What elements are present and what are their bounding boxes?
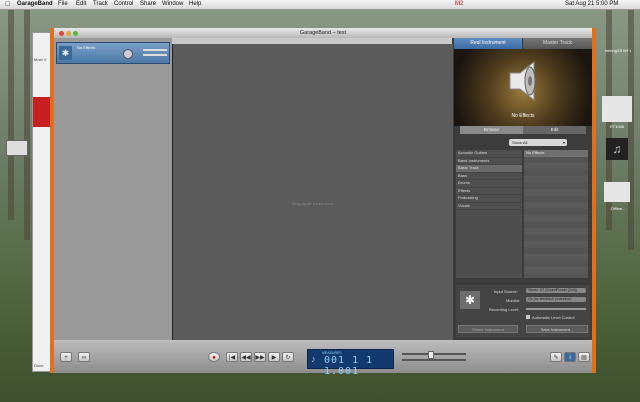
record-button[interactable]: ● [208, 352, 220, 362]
list-item[interactable]: Band Instruments [456, 158, 522, 165]
music-file-icon[interactable]: ♫ [606, 138, 628, 160]
garageband-window: GarageBand – test ✱ No Effects Drag Appl… [50, 28, 596, 377]
list-item[interactable]: Podcasting [456, 195, 522, 203]
zoom-icon[interactable] [73, 31, 78, 36]
desktop-icon[interactable]: ET1046 [600, 124, 634, 129]
list-item-selected[interactable]: No Effects [524, 150, 588, 157]
tab-real-instrument[interactable]: Real Instrument [454, 38, 522, 49]
show-all-dropdown[interactable]: Show All ▾ [509, 139, 567, 146]
track-row[interactable]: ✱ No Effects [56, 42, 170, 64]
bg-window-label: Most V [34, 57, 47, 62]
tree-trunk [8, 10, 14, 220]
list-item[interactable]: Drums [456, 180, 522, 188]
window-title: GarageBand – test [299, 30, 347, 36]
menu-file[interactable]: File [58, 0, 68, 9]
input-source-select[interactable]: Stereo 1/2 (SoundFlower (2ch)) [526, 288, 586, 293]
bg-window-done: Done [34, 363, 44, 368]
tab-master-track[interactable]: Master Track [523, 38, 592, 49]
monitor-select[interactable]: On (no feedback protection) [526, 297, 586, 302]
desktop-icon[interactable]: eeinngl15 M+1 [598, 48, 638, 53]
browse-edit-tabs: Browse Edit [460, 126, 586, 134]
speaker-icon [509, 60, 536, 102]
desktop-icon[interactable] [602, 96, 632, 122]
lcd-display[interactable]: ♪ MEASURES 001 1 1 1.001 [307, 349, 394, 377]
menu-control[interactable]: Control [114, 0, 133, 9]
list-item[interactable]: Bass [456, 173, 522, 180]
show-all-label: Show All [512, 140, 528, 145]
list-item[interactable]: Effects [456, 188, 522, 195]
pan-knob[interactable] [123, 49, 133, 59]
drop-hint: Drag Apple Loops here. [291, 201, 335, 206]
volume-knob[interactable] [428, 351, 434, 359]
track-info-panel: Real Instrument Master Track No Effects … [454, 38, 592, 340]
status-m2[interactable]: M2 [455, 0, 463, 9]
title-bar[interactable]: GarageBand – test [54, 28, 592, 38]
timeline-area[interactable]: Drag Apple Loops here. [172, 44, 453, 340]
track-headers: ✱ No Effects [54, 38, 172, 340]
instrument-icon[interactable]: ✱ [460, 291, 480, 309]
desktop-file-icon[interactable] [6, 140, 28, 156]
chevron-down-icon: ▾ [562, 140, 565, 145]
master-volume-slider[interactable] [402, 351, 466, 359]
input-source-label: Input Source: [494, 289, 518, 294]
tab-edit[interactable]: Edit [523, 126, 586, 134]
desktop-icon[interactable]: Offline... [598, 206, 638, 211]
menu-app-name[interactable]: GarageBand [17, 0, 53, 9]
instrument-artwork: No Effects [454, 49, 592, 126]
track-info-tabs: Real Instrument Master Track [454, 38, 592, 49]
desktop-icon[interactable] [604, 182, 630, 202]
menu-track[interactable]: Track [93, 0, 108, 9]
effects-instrument-icon[interactable]: ✱ [59, 46, 72, 60]
menu-share[interactable]: Share [140, 0, 156, 9]
apple-icon[interactable]:  [5, 0, 10, 9]
lcd-value: 001 1 1 1.001 [324, 355, 374, 377]
menu-bar:  GarageBand File Edit Track Control Sha… [0, 0, 640, 10]
track-info-button[interactable]: ✎ [550, 352, 562, 362]
master-level-meter [402, 359, 466, 361]
list-item-selected[interactable]: Basic Track [456, 165, 522, 173]
recording-level-label: Recording Level: [489, 307, 520, 312]
add-track-button[interactable]: + [60, 352, 72, 362]
minimize-icon[interactable] [66, 31, 71, 36]
music-note-icon: ♪ [311, 354, 316, 364]
level-meter [143, 54, 167, 56]
loop-browser-button[interactable]: ∞ [78, 352, 90, 362]
auto-level-checkbox[interactable] [526, 315, 530, 319]
fast-forward-button[interactable]: ▶▶ [254, 352, 266, 362]
tree-trunk [24, 10, 30, 240]
recording-level-slider[interactable] [526, 308, 586, 310]
rewind-button[interactable]: ◀◀ [240, 352, 252, 362]
monitor-label: Monitor: [506, 298, 521, 303]
tree-trunk [628, 10, 634, 250]
close-icon[interactable] [59, 31, 64, 36]
effects-list: No Effects [524, 150, 588, 278]
menu-window[interactable]: Window [162, 0, 183, 9]
instrument-label: No Effects [511, 113, 535, 119]
tab-browse[interactable]: Browse [460, 126, 523, 134]
delete-instrument-button[interactable]: Delete Instrument [458, 325, 518, 333]
auto-level-label: Automatic Level Control [532, 315, 575, 320]
menu-clock[interactable]: Sat Aug 21 5:00 PM [565, 0, 618, 9]
cycle-button[interactable]: ↻ [282, 352, 294, 362]
menu-edit[interactable]: Edit [76, 0, 86, 9]
track-name: No Effects [77, 45, 96, 50]
play-button[interactable]: ▶ [268, 352, 280, 362]
menu-help[interactable]: Help [189, 0, 201, 9]
category-list: Acoustic Guitars Band Instruments Basic … [456, 150, 522, 278]
volume-slider[interactable] [143, 49, 167, 51]
media-browser-button[interactable]: ▤ [578, 352, 590, 362]
save-instrument-button[interactable]: Save Instrument... [526, 325, 588, 333]
list-item[interactable]: Acoustic Guitars [456, 150, 522, 158]
info-button[interactable]: i [564, 352, 576, 362]
list-item[interactable]: Vocals [456, 203, 522, 210]
transport-bar: + ∞ ● |◀ ◀◀ ▶▶ ▶ ↻ ♪ MEASURES 001 1 1 1.… [54, 340, 592, 377]
go-to-beginning-button[interactable]: |◀ [226, 352, 238, 362]
